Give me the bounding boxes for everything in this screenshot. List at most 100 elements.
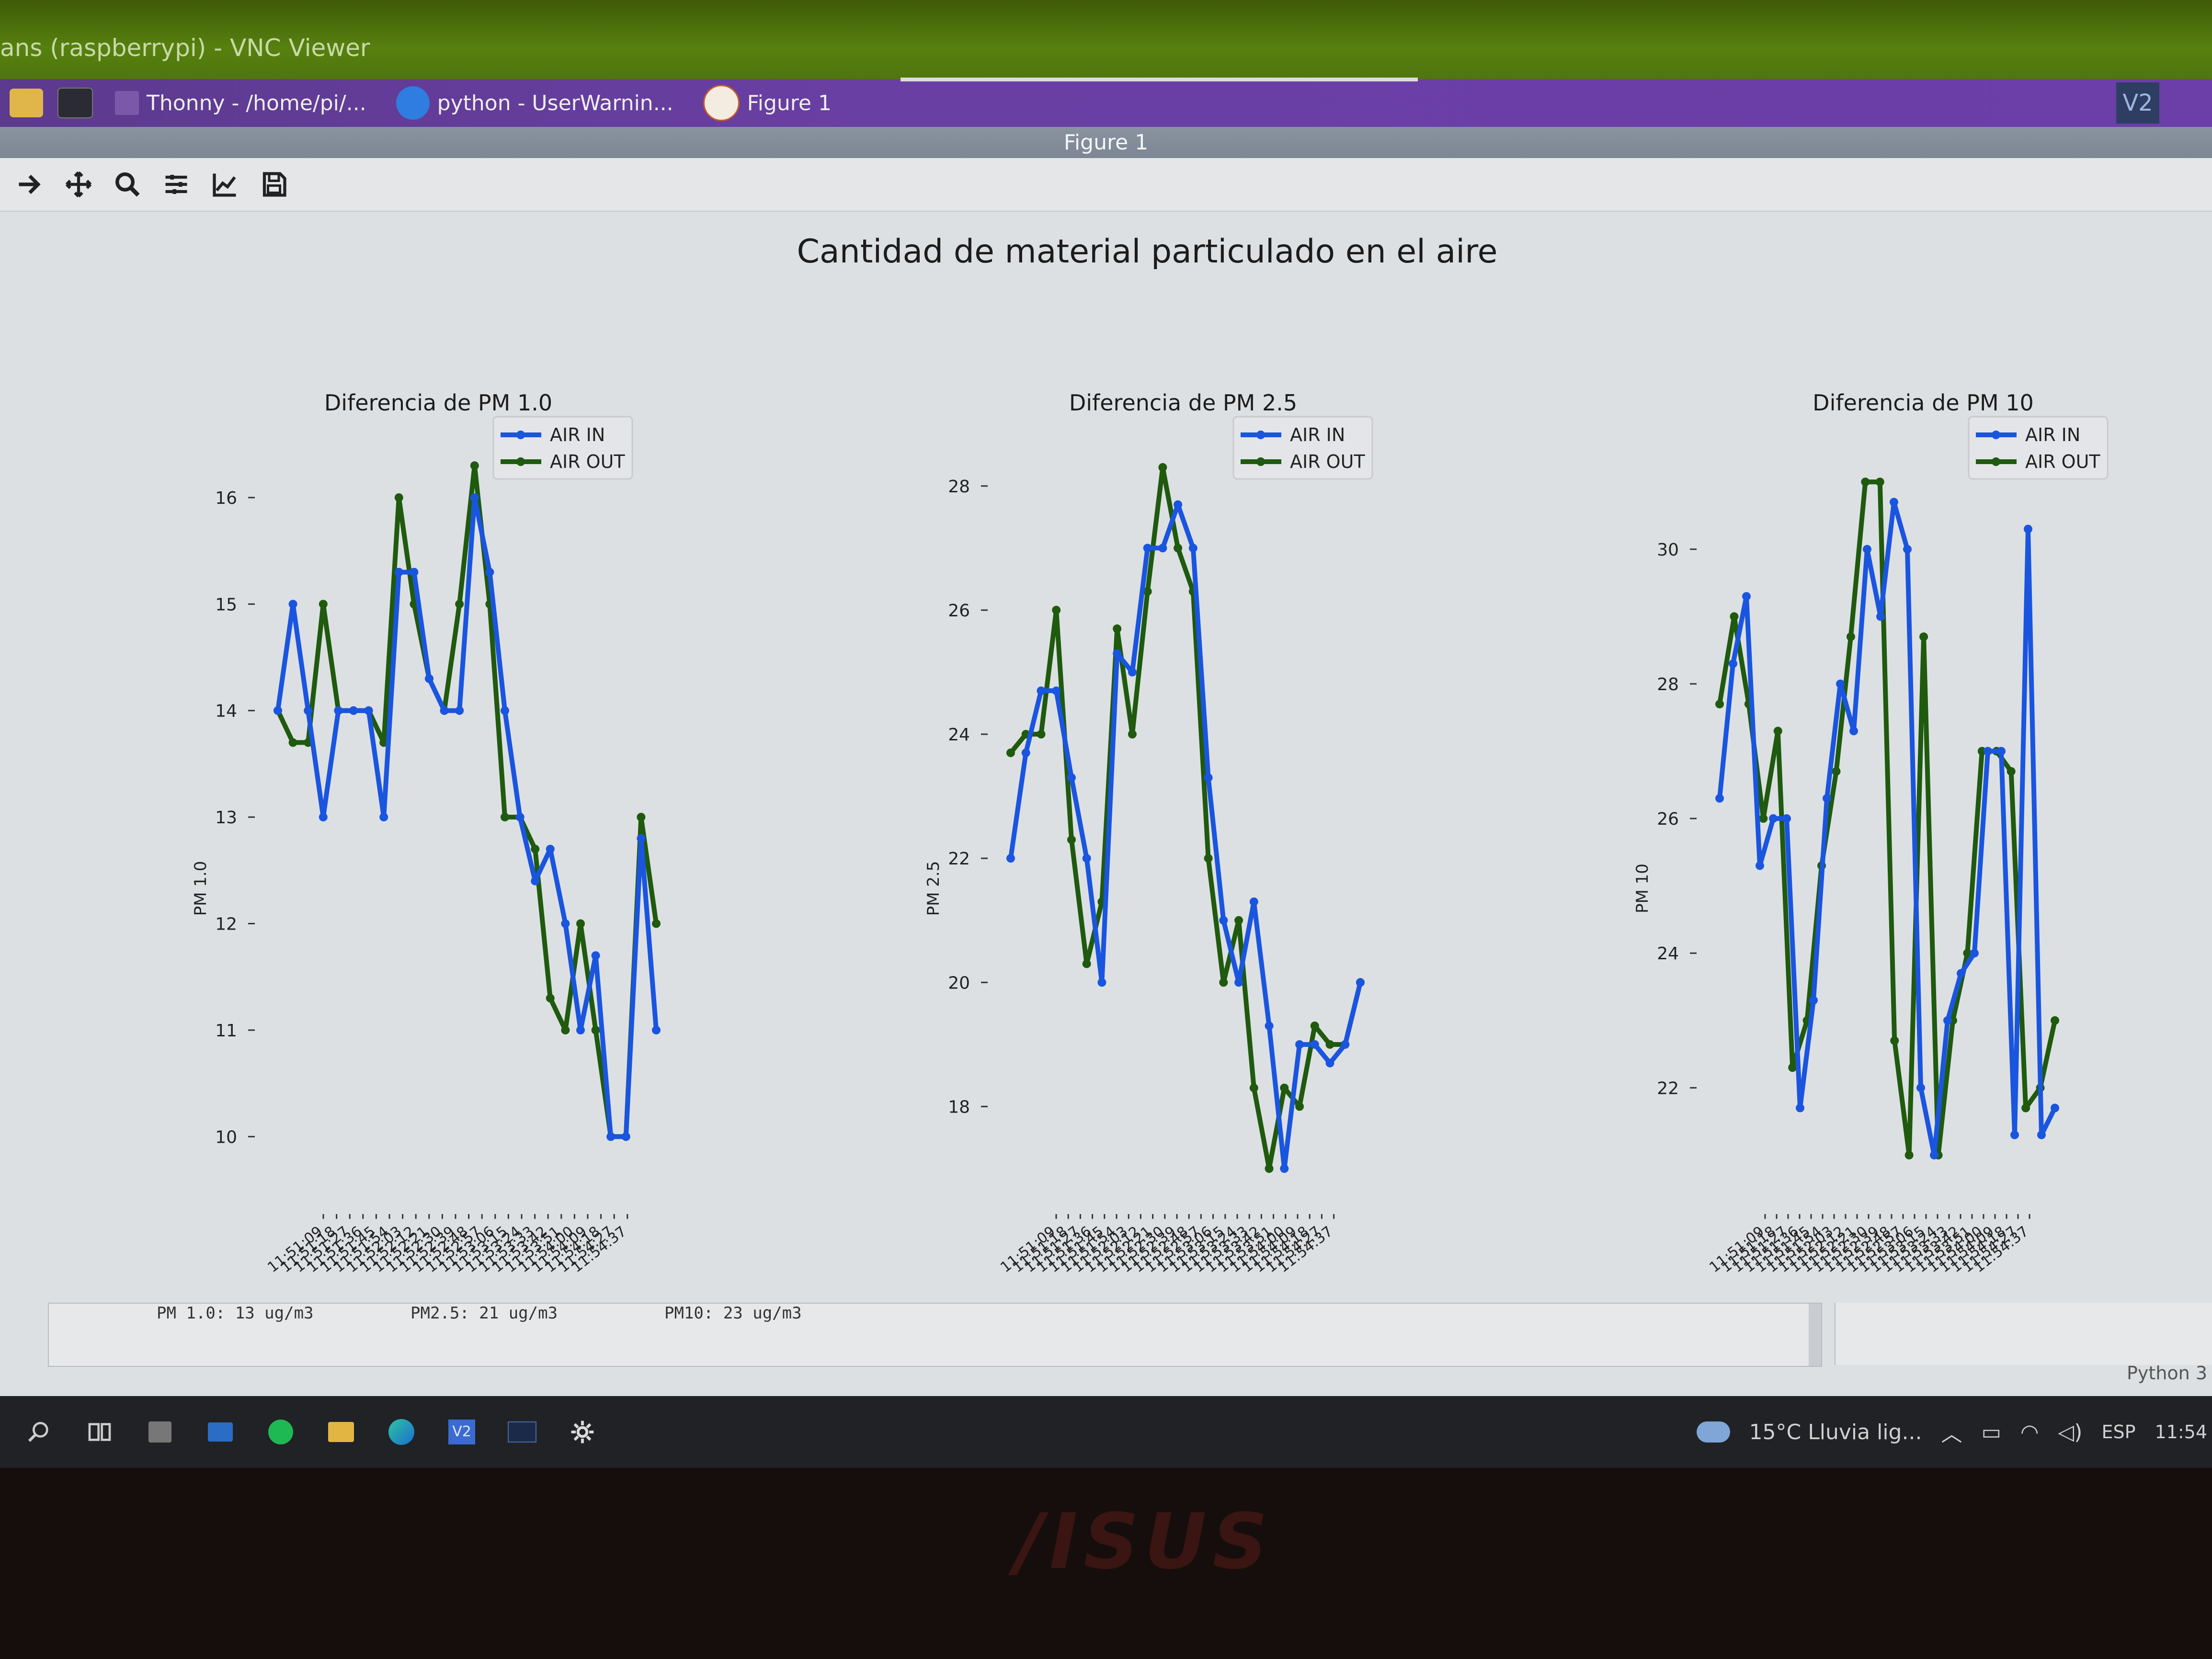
console-output[interactable]: PM 1.0: 13 ug/m3 PM2.5: 21 ug/m3 PM10: 2… <box>48 1303 1822 1367</box>
legend-marker <box>1992 457 2000 466</box>
data-point <box>1849 727 1858 736</box>
data-point <box>1113 649 1122 658</box>
data-point <box>1310 1040 1319 1049</box>
language-indicator[interactable]: ESP <box>2101 1421 2135 1443</box>
data-point <box>2037 1130 2046 1139</box>
data-point <box>621 1132 630 1141</box>
search-icon[interactable] <box>24 1417 55 1447</box>
python-icon <box>396 86 430 120</box>
chevron-up-icon[interactable]: ︿ <box>1941 1417 1962 1447</box>
calendar-app-icon[interactable] <box>145 1417 175 1447</box>
legend-label: AIR OUT <box>2025 451 2100 472</box>
data-point <box>485 568 494 577</box>
data-point <box>1970 949 1979 958</box>
console-scrollbar[interactable] <box>1809 1304 1821 1366</box>
y-axis-label: PM 10 <box>1633 864 1652 913</box>
data-point <box>1204 854 1213 863</box>
weather-text[interactable]: 15°C Lluvia lig... <box>1749 1420 1922 1444</box>
vnc-logo-icon[interactable]: V2 <box>2116 82 2159 124</box>
data-point <box>1082 959 1091 968</box>
data-point <box>2051 1016 2059 1025</box>
data-point <box>546 994 555 1003</box>
data-point <box>1984 747 1992 756</box>
data-point <box>576 919 585 928</box>
taskbar-item-label: Thonny - /home/pi/... <box>147 91 366 115</box>
wifi-icon[interactable]: ◠ <box>2020 1420 2039 1444</box>
data-point <box>2051 1103 2059 1113</box>
data-point <box>1809 996 1818 1005</box>
volume-icon[interactable]: ◁) <box>2058 1420 2082 1444</box>
data-point <box>1742 592 1751 601</box>
data-point <box>531 876 540 886</box>
data-point <box>1204 773 1213 782</box>
data-point <box>364 706 373 715</box>
data-point <box>379 813 388 822</box>
data-point <box>1832 767 1841 776</box>
figure-window: Figure 1 Cantidad de material particulad… <box>0 127 2212 1396</box>
mail-app-icon[interactable] <box>205 1417 236 1447</box>
data-point <box>1876 612 1885 621</box>
data-point <box>1158 544 1167 553</box>
data-point <box>1836 679 1845 688</box>
data-point <box>1341 1040 1350 1049</box>
data-point <box>394 568 403 577</box>
y-tick-label: 18 <box>948 1097 970 1117</box>
data-point <box>501 813 509 822</box>
terminal-icon[interactable] <box>57 88 93 118</box>
data-point <box>1113 624 1122 633</box>
legend-marker <box>516 457 525 466</box>
vnc-viewer-icon[interactable]: V2 <box>446 1417 477 1447</box>
taskbar-item-figure[interactable]: Figure 1 <box>696 81 839 125</box>
clock[interactable]: 11:54 <box>2155 1421 2207 1443</box>
data-point <box>455 600 464 609</box>
y-tick-label: 12 <box>215 915 237 934</box>
terminal-app-icon[interactable] <box>507 1417 537 1447</box>
settings-gear-icon[interactable] <box>567 1417 598 1447</box>
series-line-air-out <box>275 463 659 1139</box>
legend-marker <box>516 431 525 439</box>
subplot-1: Diferencia de PM 1.0 10 11 12 13 14 15 16 PM 1.0… <box>191 390 661 1276</box>
legend-label: AIR OUT <box>550 451 625 472</box>
y-tick-label: 16 <box>215 489 237 508</box>
data-point <box>531 844 540 853</box>
figure-canvas[interactable]: Cantidad de material particulado en el a… <box>0 213 2212 1300</box>
data-point <box>1715 794 1724 803</box>
forward-icon[interactable] <box>14 169 45 200</box>
data-point <box>1128 730 1137 739</box>
data-point <box>1097 978 1106 987</box>
spotify-icon[interactable] <box>265 1417 296 1447</box>
data-point <box>288 738 297 747</box>
weather-icon[interactable] <box>1696 1421 1730 1443</box>
taskbar-item-thonny[interactable]: Thonny - /home/pi/... <box>107 81 374 125</box>
file-manager-icon[interactable] <box>10 89 43 117</box>
data-point <box>1265 1164 1274 1173</box>
data-point <box>561 919 570 928</box>
battery-icon[interactable]: ▭ <box>1981 1420 2001 1444</box>
task-view-icon[interactable] <box>84 1417 115 1447</box>
save-icon[interactable] <box>259 169 289 200</box>
data-point <box>470 493 479 502</box>
data-point <box>652 1025 661 1034</box>
zoom-icon[interactable] <box>112 169 143 200</box>
data-point <box>1904 1150 1914 1159</box>
data-point <box>1773 727 1782 736</box>
edge-icon[interactable] <box>386 1417 417 1447</box>
pan-icon[interactable] <box>63 169 94 200</box>
data-point <box>1082 854 1091 863</box>
data-point <box>319 600 328 609</box>
data-point <box>1021 748 1030 757</box>
data-point <box>274 706 282 715</box>
data-point <box>637 834 646 843</box>
taskbar-item-python[interactable]: python - UserWarnin... <box>388 81 681 125</box>
data-point <box>561 1025 570 1034</box>
file-explorer-icon[interactable] <box>326 1417 356 1447</box>
data-point <box>2010 1130 2019 1139</box>
edit-axis-icon[interactable] <box>210 169 240 200</box>
data-point <box>410 568 419 577</box>
data-point <box>2024 524 2032 534</box>
y-tick-label: 11 <box>215 1021 237 1041</box>
figure-suptitle: Cantidad de material particulado en el a… <box>797 233 1498 271</box>
data-point <box>1788 1063 1797 1072</box>
data-point <box>1295 1102 1304 1111</box>
configure-icon[interactable] <box>161 169 192 200</box>
